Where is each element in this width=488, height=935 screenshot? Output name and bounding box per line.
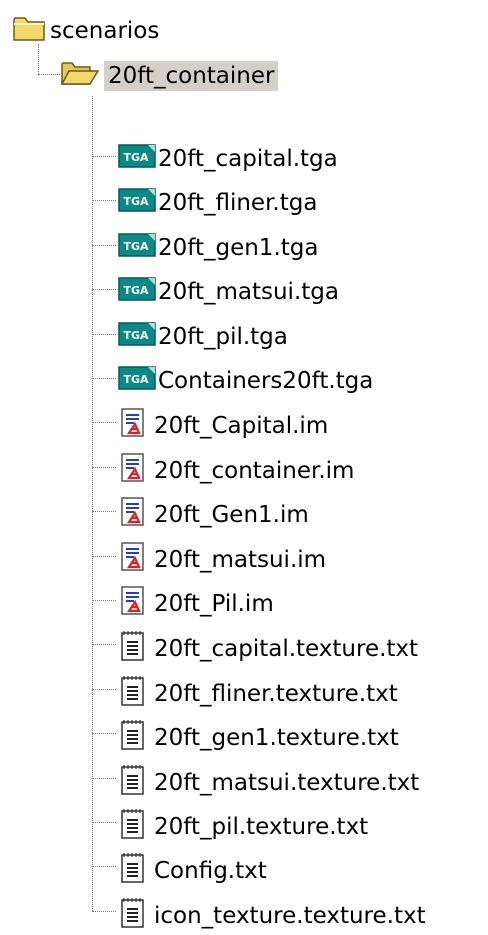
tree-connector-branch bbox=[92, 156, 116, 157]
text-file-icon bbox=[120, 808, 146, 846]
tree-connector-branch bbox=[92, 733, 116, 734]
tree-connector-folder bbox=[92, 96, 93, 911]
im-file-icon bbox=[120, 586, 146, 622]
tree-node-file[interactable]: Config.txt bbox=[120, 852, 271, 890]
tree-node-file[interactable]: 20ft_matsui.texture.txt bbox=[120, 764, 423, 802]
tree-connector-branch bbox=[92, 822, 116, 823]
tree-node-scenarios[interactable]: scenarios bbox=[12, 14, 163, 48]
tree-node-file[interactable]: 20ft_container.im bbox=[120, 453, 358, 489]
tga-file-icon: TGA bbox=[118, 364, 158, 398]
im-file-icon bbox=[120, 497, 146, 533]
im-file-icon bbox=[120, 542, 146, 578]
tree-node-label: 20ft_matsui.texture.txt bbox=[154, 770, 420, 796]
tga-file-icon: TGA bbox=[118, 186, 158, 220]
tree-node-label: 20ft_fliner.tga bbox=[158, 190, 318, 216]
tree-connector-branch bbox=[92, 378, 116, 379]
tree-node-label: 20ft_matsui.tga bbox=[158, 279, 339, 305]
tree-node-label: 20ft_pil.texture.txt bbox=[154, 814, 369, 840]
tree-node-label: icon_texture.texture.txt bbox=[154, 903, 426, 929]
tree-node-label: 20ft_Pil.im bbox=[154, 591, 274, 617]
text-file-icon bbox=[120, 675, 146, 713]
tree-node-file[interactable]: TGA 20ft_matsui.tga bbox=[118, 275, 343, 309]
tree-node-label: 20ft_Capital.im bbox=[154, 413, 329, 439]
text-file-icon bbox=[120, 764, 146, 802]
tree-node-label: 20ft_gen1.tga bbox=[158, 235, 319, 261]
tree-node-label: 20ft_container.im bbox=[154, 458, 355, 484]
tree-node-file[interactable]: TGA 20ft_pil.tga bbox=[118, 320, 292, 354]
im-file-icon bbox=[120, 408, 146, 444]
text-file-icon bbox=[120, 852, 146, 890]
folder-icon bbox=[12, 14, 46, 48]
tree-node-label: 20ft_capital.texture.txt bbox=[154, 636, 419, 662]
tree-connector-root bbox=[38, 44, 39, 74]
tree-connector-branch bbox=[92, 511, 116, 512]
tree-connector-branch bbox=[92, 467, 116, 468]
tree-node-file[interactable]: 20ft_capital.texture.txt bbox=[120, 630, 422, 668]
tga-file-icon: TGA bbox=[118, 142, 158, 176]
tga-file-icon: TGA bbox=[118, 275, 158, 309]
tree-node-20ft-container[interactable]: 20ft_container bbox=[60, 58, 279, 94]
tree-node-label: 20ft_fliner.texture.txt bbox=[154, 681, 398, 707]
tree-node-file[interactable]: 20ft_Gen1.im bbox=[120, 497, 313, 533]
tree-node-label: 20ft_Gen1.im bbox=[154, 502, 309, 528]
text-file-icon bbox=[120, 719, 146, 757]
tree-node-file[interactable]: 20ft_gen1.texture.txt bbox=[120, 719, 403, 757]
tree-connector-branch bbox=[92, 689, 116, 690]
tree-node-file[interactable]: TGA 20ft_capital.tga bbox=[118, 142, 342, 176]
tree-node-label: Containers20ft.tga bbox=[158, 368, 374, 394]
tree-connector-branch bbox=[92, 644, 116, 645]
tree-connector-root-branch bbox=[38, 74, 60, 75]
im-file-icon bbox=[120, 453, 146, 489]
tree-node-file[interactable]: 20ft_matsui.im bbox=[120, 542, 330, 578]
tree-node-label: 20ft_pil.tga bbox=[158, 324, 288, 350]
tga-file-icon: TGA bbox=[118, 320, 158, 354]
tree-connector-branch bbox=[92, 556, 116, 557]
tree-connector-branch bbox=[92, 911, 116, 912]
tree-connector-branch bbox=[92, 245, 116, 246]
tree-node-label: 20ft_capital.tga bbox=[158, 146, 338, 172]
text-file-icon bbox=[120, 897, 146, 935]
tree-node-file[interactable]: TGA 20ft_gen1.tga bbox=[118, 231, 322, 265]
tree-connector-branch bbox=[92, 778, 116, 779]
svg-text:TGA: TGA bbox=[123, 151, 149, 164]
folder-open-icon bbox=[60, 58, 100, 94]
tree-node-file[interactable]: 20ft_Pil.im bbox=[120, 586, 278, 622]
tree-node-file[interactable]: TGA Containers20ft.tga bbox=[118, 364, 377, 398]
tga-file-icon: TGA bbox=[118, 231, 158, 265]
tree-connector-branch bbox=[92, 866, 116, 867]
tree-node-file[interactable]: 20ft_Capital.im bbox=[120, 408, 332, 444]
tree-connector-branch bbox=[92, 200, 116, 201]
tree-connector-branch bbox=[92, 600, 116, 601]
tree-connector-branch bbox=[92, 334, 116, 335]
tree-node-label: 20ft_container bbox=[104, 61, 279, 91]
svg-text:TGA: TGA bbox=[123, 195, 149, 208]
tree-connector-branch bbox=[92, 422, 116, 423]
tree-node-file[interactable]: icon_texture.texture.txt bbox=[120, 897, 430, 935]
tree-node-label: 20ft_matsui.im bbox=[154, 547, 327, 573]
svg-text:TGA: TGA bbox=[123, 373, 149, 386]
tree-node-label: 20ft_gen1.texture.txt bbox=[154, 725, 399, 751]
tree-connector-branch bbox=[92, 289, 116, 290]
tree-node-file[interactable]: 20ft_pil.texture.txt bbox=[120, 808, 372, 846]
tree-node-file[interactable]: TGA 20ft_fliner.tga bbox=[118, 186, 321, 220]
svg-text:TGA: TGA bbox=[123, 284, 149, 297]
text-file-icon bbox=[120, 630, 146, 668]
svg-text:TGA: TGA bbox=[123, 329, 149, 342]
tree-node-label: scenarios bbox=[50, 18, 160, 44]
tree-node-label: Config.txt bbox=[154, 858, 267, 884]
tree-node-file[interactable]: 20ft_fliner.texture.txt bbox=[120, 675, 402, 713]
svg-text:TGA: TGA bbox=[123, 240, 149, 253]
